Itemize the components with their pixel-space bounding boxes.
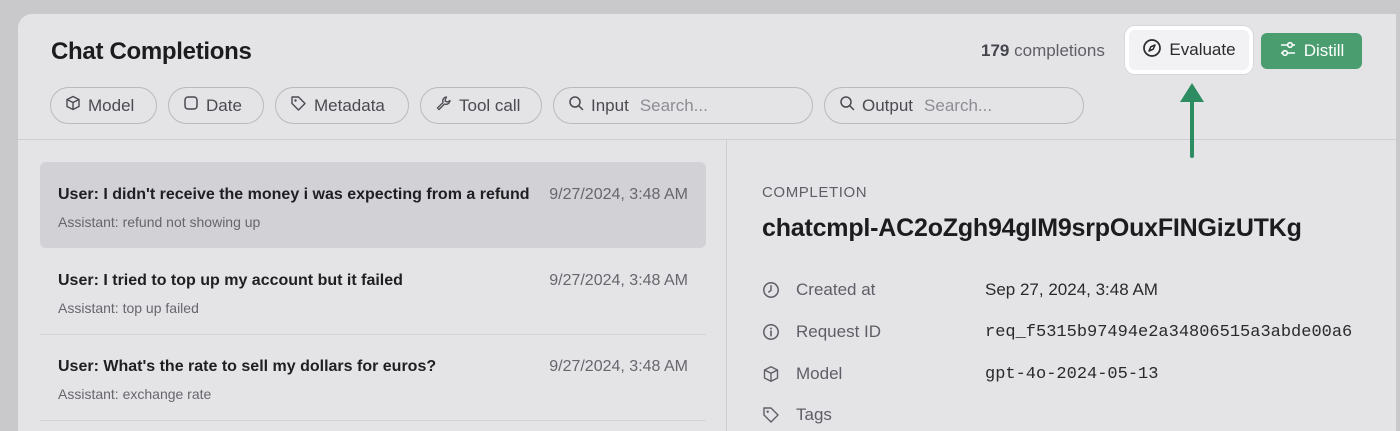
list-item-subtitle: Assistant: exchange rate <box>58 386 212 402</box>
completion-count-label: completions <box>1014 41 1105 60</box>
search-icon <box>839 95 855 116</box>
section-label: COMPLETION <box>762 184 868 201</box>
filter-tool-call-label: Tool call <box>459 95 521 115</box>
search-icon <box>568 95 584 116</box>
distill-label: Distill <box>1303 41 1345 60</box>
info-icon <box>762 322 782 342</box>
filter-date-label: Date <box>206 95 242 115</box>
input-search-placeholder: Search... <box>639 95 708 115</box>
filter-metadata[interactable]: Metadata <box>275 87 409 124</box>
page-title: Chat Completions <box>51 38 252 65</box>
arrow-up-icon <box>1180 83 1204 158</box>
list-item-title: User: I didn't receive the money i was e… <box>58 186 530 203</box>
distill-button[interactable]: Distill <box>1261 33 1362 69</box>
field-model: Model gpt-4o-2024-05-13 <box>762 362 1396 386</box>
field-request-id: Request ID req_f5315b97494e2a34806515a3a… <box>762 320 1396 344</box>
output-search-field[interactable]: Output Search... <box>824 87 1084 124</box>
sliders-icon <box>1279 40 1297 63</box>
list-item[interactable]: User: I didn't receive the money i was e… <box>40 162 706 248</box>
filter-tool-call[interactable]: Tool call <box>420 87 542 124</box>
tag-icon <box>290 95 307 117</box>
field-name: Request ID <box>796 322 882 341</box>
completion-count-number: 179 <box>981 41 1010 60</box>
field-name: Tags <box>796 405 832 424</box>
field-value: gpt-4o-2024-05-13 <box>985 364 1159 384</box>
list-divider <box>40 420 706 421</box>
completion-count: 179 completions <box>981 41 1105 61</box>
filter-model-label: Model <box>88 95 135 115</box>
list-item-subtitle: Assistant: refund not showing up <box>58 214 261 230</box>
output-search-placeholder: Search... <box>924 95 993 115</box>
wrench-icon <box>435 95 452 117</box>
completion-detail: COMPLETION chatcmpl-AC2oZgh94gIM9srpOuxF… <box>762 184 1352 424</box>
field-value: req_f5315b97494e2a34806515a3abde00a6 <box>985 322 1353 342</box>
field-value: Sep 27, 2024, 3:48 AM <box>985 280 1158 299</box>
pane-divider <box>726 140 727 431</box>
evaluate-label: Evaluate <box>1169 40 1236 59</box>
field-name: Model <box>796 364 843 383</box>
clock-icon <box>762 280 782 300</box>
list-item-title: User: I tried to top up my account but i… <box>58 272 403 289</box>
field-name: Created at <box>796 280 876 299</box>
calendar-icon <box>183 95 199 116</box>
cube-icon <box>762 364 782 384</box>
filter-metadata-label: Metadata <box>314 95 385 115</box>
list-item-subtitle: Assistant: top up failed <box>58 300 199 316</box>
list-item-title: User: What's the rate to sell my dollars… <box>58 358 437 375</box>
list-item-time: 9/27/2024, 3:48 AM <box>549 186 688 203</box>
compass-icon <box>1142 38 1162 63</box>
list-item-time: 9/27/2024, 3:48 AM <box>549 272 688 289</box>
field-created-at: Created at Sep 27, 2024, 3:48 AM <box>762 278 1396 302</box>
filter-model[interactable]: Model <box>50 87 157 124</box>
output-search-label: Output <box>862 95 914 115</box>
input-search-label: Input <box>591 95 629 115</box>
filter-date[interactable]: Date <box>168 87 264 124</box>
input-search-field[interactable]: Input Search... <box>553 87 813 124</box>
field-tags: Tags <box>762 403 1396 427</box>
cube-icon <box>65 95 81 116</box>
evaluate-button[interactable]: Evaluate <box>1125 26 1253 74</box>
list-item[interactable]: User: I tried to top up my account but i… <box>40 248 706 334</box>
completion-id: chatcmpl-AC2oZgh94gIM9srpOuxFINGizUTKg <box>762 214 1302 242</box>
chat-completions-panel: Chat Completions 179 completions Evaluat… <box>18 14 1396 431</box>
list-item-time: 9/27/2024, 3:48 AM <box>549 358 688 375</box>
list-item[interactable]: User: What's the rate to sell my dollars… <box>40 334 706 420</box>
tag-icon <box>762 405 782 425</box>
